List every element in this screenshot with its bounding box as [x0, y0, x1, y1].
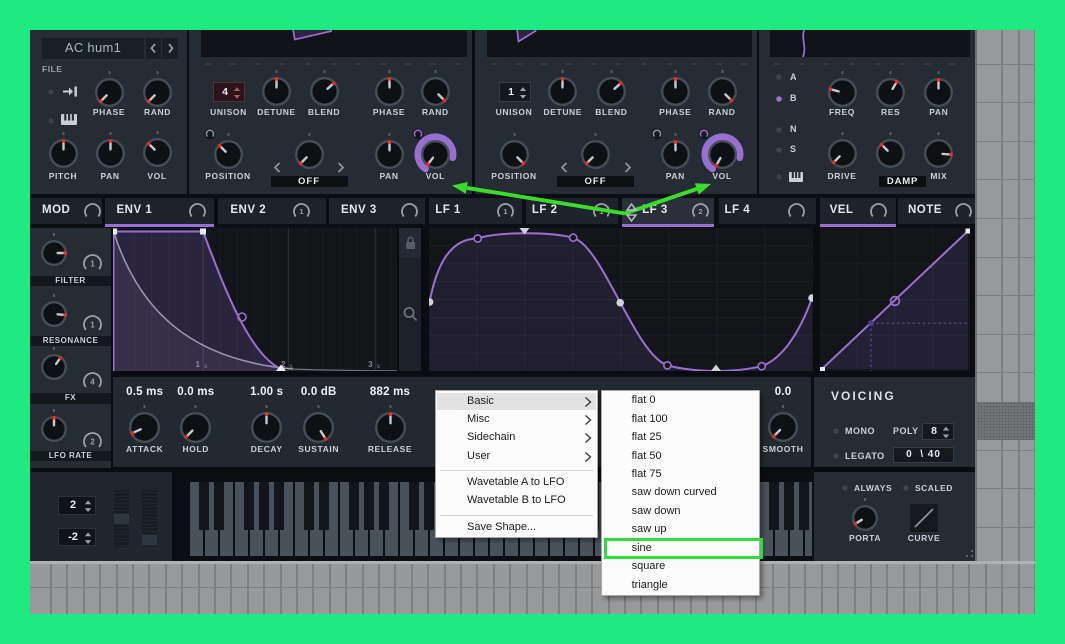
- svg-text:1: 1: [90, 259, 95, 268]
- svg-text:1: 1: [300, 207, 304, 216]
- svg-text:3: 3: [368, 360, 373, 369]
- svg-text:4: 4: [90, 377, 95, 386]
- svg-text:1: 1: [90, 320, 95, 329]
